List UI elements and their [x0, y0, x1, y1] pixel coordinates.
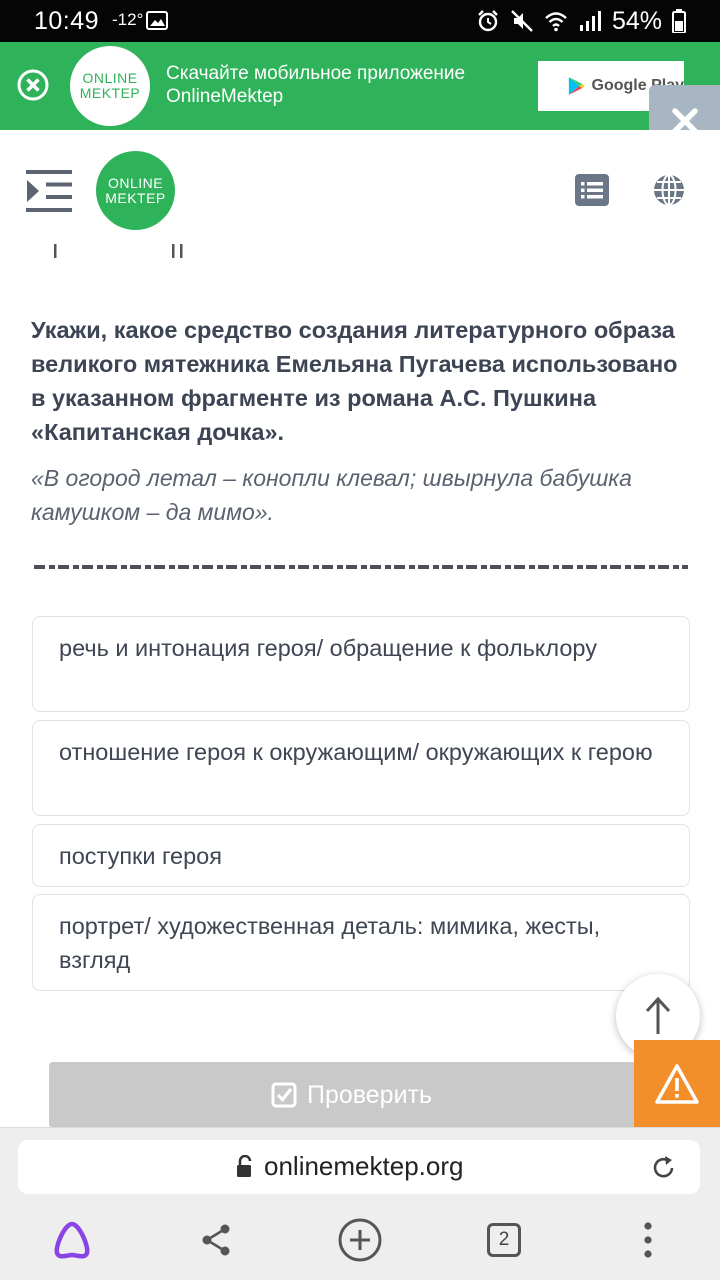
answer-option[interactable]: отношение героя к окружающим/ окружающих…: [32, 720, 690, 816]
answer-option[interactable]: поступки героя: [32, 824, 690, 887]
close-circle-icon[interactable]: [16, 68, 50, 102]
promo-text-line1: Скачайте мобильное приложение: [166, 63, 466, 84]
promo-text-line2: OnlineMektep: [166, 86, 284, 107]
answer-option[interactable]: речь и интонация героя/ обращение к фоль…: [32, 616, 690, 712]
globe-icon[interactable]: [652, 173, 686, 207]
arrow-up-icon: [645, 996, 671, 1034]
share-icon: [202, 1224, 230, 1256]
site-header: ONLINE MEKTEP: [0, 130, 720, 248]
plus-circle-icon: [338, 1218, 382, 1262]
google-play-icon: [568, 77, 585, 95]
tab-count: 2: [487, 1223, 521, 1257]
reload-icon[interactable]: [651, 1153, 677, 1181]
logo-line2: MEKTEP: [105, 189, 166, 206]
status-time: 10:49: [34, 7, 100, 35]
logo-line1: ONLINE: [107, 174, 164, 191]
check-button-label: Проверить: [306, 1080, 433, 1109]
url-text: onlinemektep.org: [264, 1151, 464, 1181]
promo-logo-line2: MEKTEP: [79, 85, 141, 101]
browser-bottom-bar: onlinemektep.org 2: [0, 1127, 720, 1280]
list-icon[interactable]: [575, 174, 609, 206]
alice-icon: [54, 1221, 90, 1259]
clipped-content-fragment: [54, 244, 183, 258]
promo-logo-line1: ONLINE: [82, 70, 138, 86]
alarm-icon: [478, 10, 498, 32]
battery-percent: 54%: [611, 6, 662, 35]
drop-zone-divider: [34, 565, 688, 569]
status-temperature: -12°: [112, 10, 144, 29]
browser-menu-button[interactable]: [624, 1216, 672, 1264]
share-button[interactable]: [192, 1216, 240, 1264]
promo-text[interactable]: Скачайте мобильное приложение OnlineMekt…: [166, 62, 465, 108]
question-quote: «В огород летал – конопли клевал; швырну…: [31, 465, 632, 525]
address-bar[interactable]: onlinemektep.org: [18, 1140, 700, 1194]
checkbox-icon: [271, 1082, 297, 1108]
menu-icon[interactable]: [26, 170, 72, 212]
browser-nav: 2: [0, 1210, 720, 1270]
mute-icon: [511, 10, 533, 32]
signal-icon: [579, 11, 601, 31]
question-text: Укажи, какое средство создания литератур…: [31, 317, 678, 445]
new-tab-button[interactable]: [336, 1216, 384, 1264]
answer-option[interactable]: портрет/ художественная деталь: мимика, …: [32, 894, 690, 991]
status-bar: 10:49 -12° 54%: [0, 0, 720, 42]
lock-icon: [237, 1155, 252, 1177]
check-button[interactable]: Проверить: [49, 1062, 654, 1128]
battery-icon: [672, 9, 686, 33]
app-promo-banner: ONLINE MEKTEP Скачайте мобильное приложе…: [0, 42, 720, 130]
more-vertical-icon: [644, 1222, 652, 1258]
gallery-icon: [146, 11, 168, 30]
report-problem-button[interactable]: [634, 1040, 720, 1127]
tabs-button[interactable]: 2: [480, 1216, 528, 1264]
alice-assistant-button[interactable]: [48, 1216, 96, 1264]
site-logo[interactable]: ONLINE MEKTEP: [96, 151, 175, 230]
wifi-icon: [545, 12, 567, 32]
promo-logo: ONLINE MEKTEP: [70, 46, 150, 126]
warning-icon: [655, 1063, 699, 1104]
